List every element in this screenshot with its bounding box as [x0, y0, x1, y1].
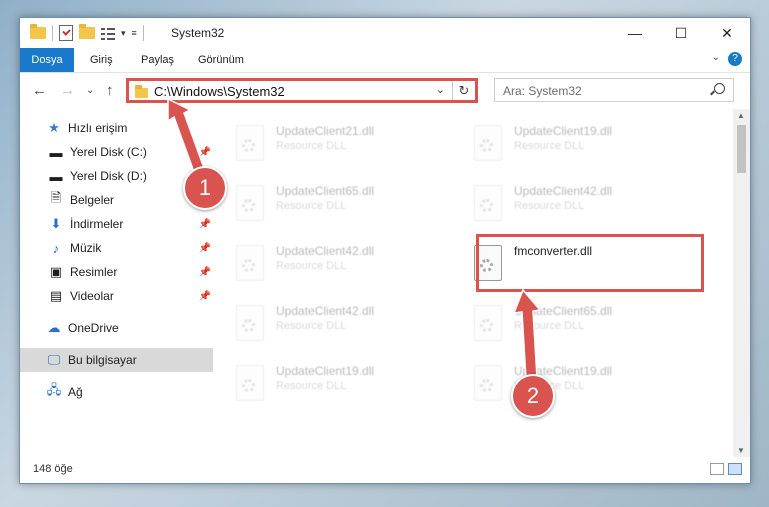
- arrow-1: [167, 97, 205, 173]
- step-badge-1: 1: [183, 166, 227, 210]
- annotation-arrows: [167, 97, 542, 380]
- step-badge-2: 2: [511, 374, 555, 418]
- arrow-2: [512, 288, 542, 380]
